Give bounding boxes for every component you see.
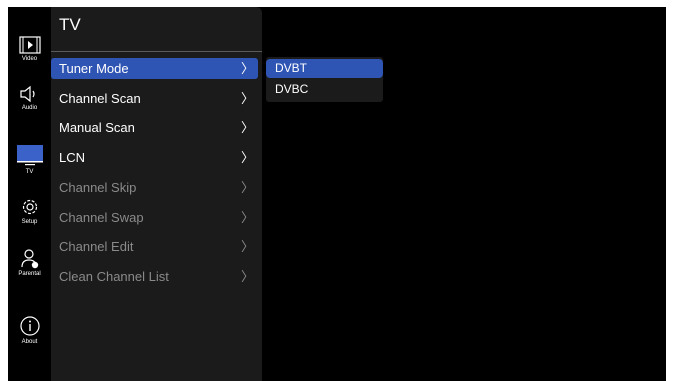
menu-item-lcn[interactable]: LCN 〉 bbox=[51, 147, 258, 168]
menu-item-label: Clean Channel List bbox=[59, 269, 169, 284]
rail-label-tv: TV bbox=[25, 169, 34, 175]
menu-item-channel-edit[interactable]: Channel Edit 〉 bbox=[51, 236, 258, 257]
rail-label-parental: Parental bbox=[18, 271, 41, 277]
tv-menu-panel: TV Tuner Mode 〉 Channel Scan 〉 Manual Sc… bbox=[51, 7, 262, 381]
option-label: DVBC bbox=[275, 82, 309, 96]
rail-label-audio: Audio bbox=[21, 105, 38, 111]
video-icon bbox=[18, 36, 41, 54]
rail-label-video: Video bbox=[21, 56, 38, 62]
option-dvbc[interactable]: DVBC bbox=[266, 80, 383, 99]
panel-title: TV bbox=[59, 15, 81, 34]
option-label: DVBT bbox=[275, 61, 308, 75]
menu-item-label: Tuner Mode bbox=[59, 61, 129, 76]
chevron-right-icon: 〉 bbox=[241, 91, 255, 106]
menu-item-label: Channel Skip bbox=[59, 180, 137, 195]
chevron-right-icon: 〉 bbox=[241, 180, 255, 195]
rail-label-setup: Setup bbox=[21, 219, 38, 225]
category-rail: Video Audio TV Setup Parental About bbox=[8, 7, 51, 381]
divider bbox=[51, 51, 262, 52]
menu-item-label: Manual Scan bbox=[59, 120, 135, 135]
chevron-right-icon: 〉 bbox=[241, 239, 255, 254]
menu-item-label: LCN bbox=[59, 150, 86, 165]
rail-item-setup[interactable]: Setup bbox=[8, 197, 51, 226]
tv-screen: Video Audio TV Setup Parental About TV T… bbox=[8, 7, 666, 381]
rail-label-about: About bbox=[21, 339, 38, 345]
chevron-right-icon: 〉 bbox=[241, 210, 255, 225]
tv-icon bbox=[16, 145, 43, 166]
menu-item-label: Channel Swap bbox=[59, 210, 144, 225]
menu-item-channel-scan[interactable]: Channel Scan 〉 bbox=[51, 88, 258, 109]
parental-lock-icon bbox=[20, 249, 38, 269]
info-icon bbox=[19, 316, 40, 336]
option-dvbt[interactable]: DVBT bbox=[266, 59, 383, 78]
rail-item-about[interactable]: About bbox=[8, 315, 51, 346]
chevron-right-icon: 〉 bbox=[241, 120, 255, 135]
menu-item-manual-scan[interactable]: Manual Scan 〉 bbox=[51, 117, 258, 138]
chevron-right-icon: 〉 bbox=[241, 150, 255, 165]
chevron-right-icon: 〉 bbox=[241, 269, 255, 284]
tuner-mode-submenu: DVBT DVBC bbox=[266, 57, 383, 102]
rail-item-tv[interactable]: TV bbox=[8, 145, 51, 176]
menu-item-tuner-mode[interactable]: Tuner Mode 〉 bbox=[51, 58, 258, 79]
menu-item-channel-swap[interactable]: Channel Swap 〉 bbox=[51, 207, 258, 228]
rail-item-audio[interactable]: Audio bbox=[8, 85, 51, 112]
menu-item-label: Channel Edit bbox=[59, 239, 134, 254]
gear-icon bbox=[22, 199, 37, 215]
menu-item-label: Channel Scan bbox=[59, 91, 141, 106]
rail-item-video[interactable]: Video bbox=[8, 36, 51, 63]
speaker-icon bbox=[19, 85, 35, 103]
menu-item-channel-skip[interactable]: Channel Skip 〉 bbox=[51, 177, 258, 198]
menu-item-clean-channel-list[interactable]: Clean Channel List 〉 bbox=[51, 266, 258, 287]
rail-item-parental[interactable]: Parental bbox=[8, 249, 51, 278]
chevron-right-icon: 〉 bbox=[241, 61, 255, 76]
